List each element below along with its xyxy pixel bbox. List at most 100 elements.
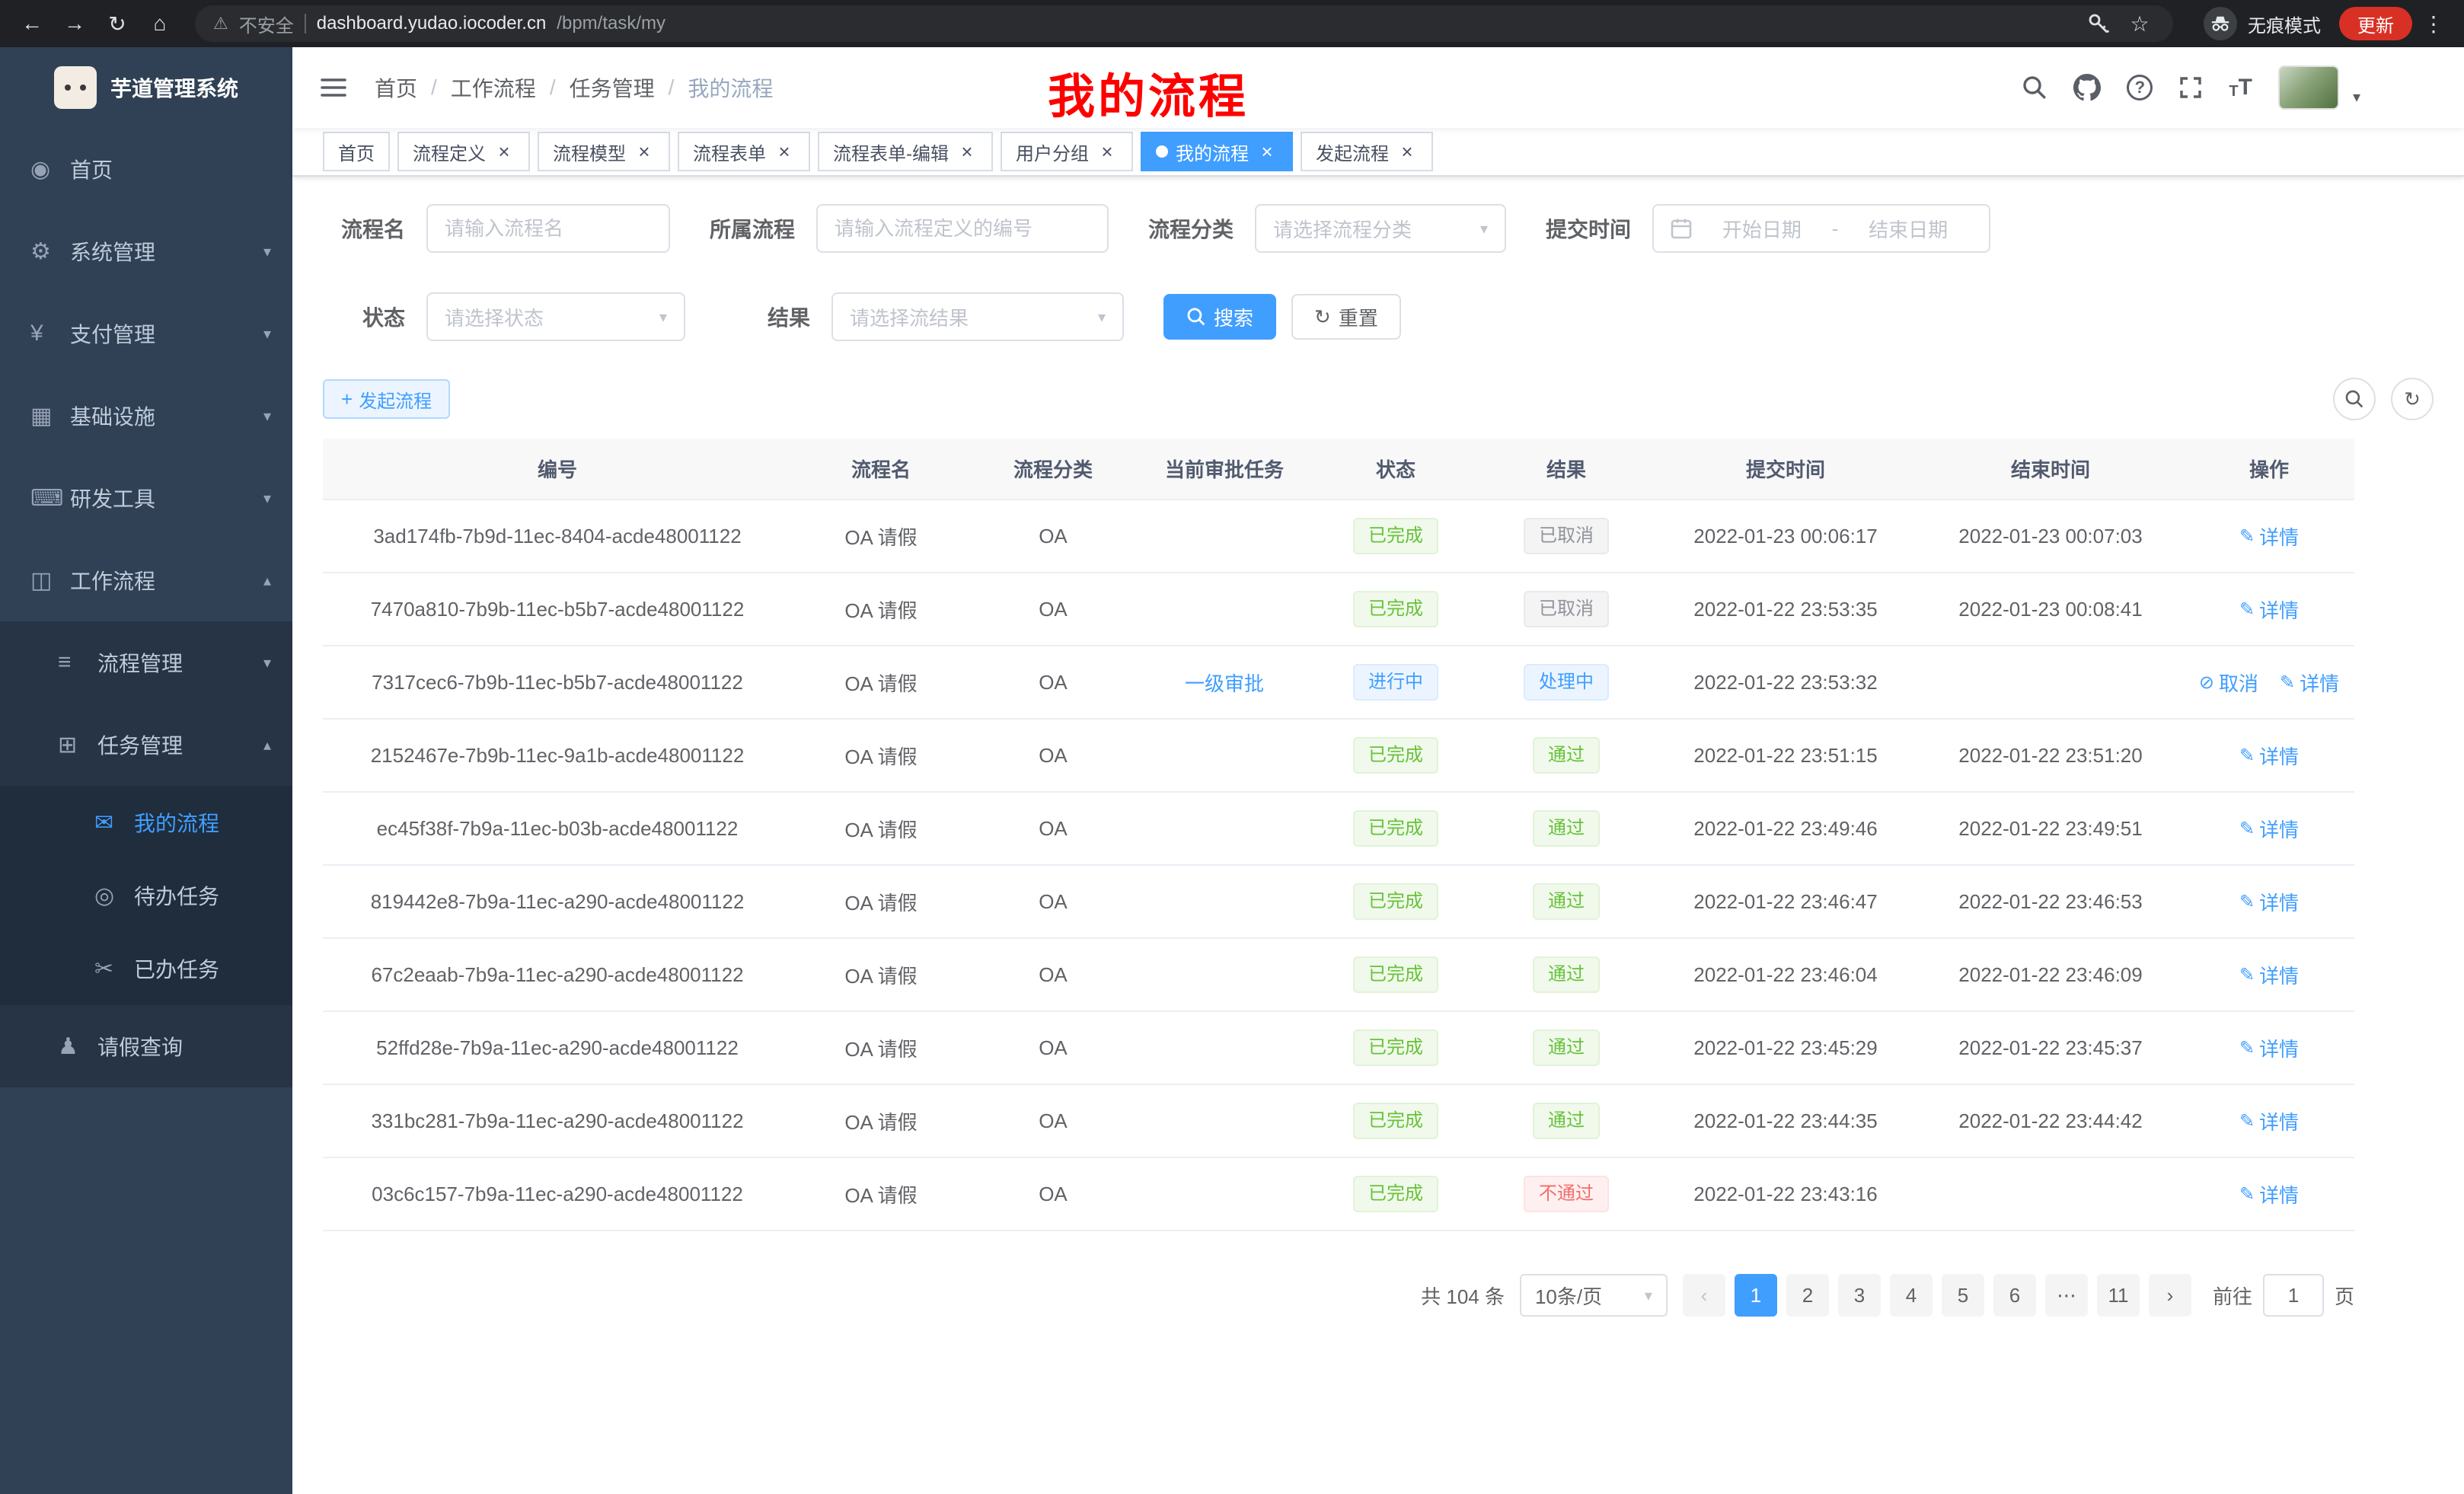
name-input[interactable] bbox=[426, 204, 670, 253]
tab-my-process[interactable]: 我的流程× bbox=[1141, 132, 1293, 171]
sidebar-item-my-process[interactable]: ✉我的流程 bbox=[0, 786, 292, 859]
prev-page-button[interactable]: ‹ bbox=[1683, 1274, 1725, 1317]
hamburger-icon[interactable] bbox=[317, 71, 350, 104]
topbar: 首页/工作流程/任务管理/我的流程 ? TT ▾ bbox=[292, 47, 2464, 128]
topbar-actions: ? TT ▾ bbox=[2022, 65, 2440, 110]
date-range-picker[interactable]: 开始日期 - 结束日期 bbox=[1652, 204, 1990, 253]
browser-back-button[interactable]: ← bbox=[12, 4, 52, 43]
github-icon[interactable] bbox=[2073, 74, 2101, 101]
refresh-table-button[interactable]: ↻ bbox=[2391, 378, 2434, 420]
sidebar-item-payment[interactable]: ¥支付管理▾ bbox=[0, 292, 292, 375]
address-bar[interactable]: ⚠ 不安全 dashboard.yudao.iocoder.cn /bpm/ta… bbox=[195, 5, 2173, 42]
detail-link[interactable]: ✎详情 bbox=[2239, 961, 2299, 989]
search-button[interactable]: 搜索 bbox=[1163, 294, 1276, 340]
detail-link[interactable]: ✎详情 bbox=[2239, 1107, 2299, 1135]
cancel-link[interactable]: ⊘取消 bbox=[2199, 669, 2258, 697]
user-avatar[interactable] bbox=[2278, 65, 2339, 110]
name-input-field[interactable] bbox=[445, 217, 652, 241]
cell-id: 2152467e-7b9b-11ec-9a1b-acde48001122 bbox=[323, 719, 792, 792]
sidebar-item-system[interactable]: ⚙系统管理▾ bbox=[0, 210, 292, 292]
avatar-caret-icon[interactable]: ▾ bbox=[2353, 88, 2360, 107]
page-size-select[interactable]: 10条/页 ▾ bbox=[1520, 1274, 1668, 1317]
result-select[interactable]: 请选择流结果 ▾ bbox=[831, 292, 1124, 341]
detail-link[interactable]: ✎详情 bbox=[2280, 669, 2339, 697]
sidebar-item-todo-task[interactable]: ◎待办任务 bbox=[0, 859, 292, 932]
page-button[interactable]: 2 bbox=[1786, 1274, 1829, 1317]
browser-update-button[interactable]: 更新 bbox=[2339, 7, 2412, 40]
tab-user-group[interactable]: 用户分组× bbox=[1001, 132, 1133, 171]
sidebar-item-workflow[interactable]: ◫工作流程▴ bbox=[0, 539, 292, 621]
goto-page-input[interactable] bbox=[2263, 1274, 2324, 1317]
page-button[interactable]: 1 bbox=[1735, 1274, 1777, 1317]
sidebar-item-leave-query[interactable]: ♟请假查询 bbox=[0, 1005, 292, 1087]
app-logo-row[interactable]: 芋道管理系统 bbox=[0, 47, 292, 128]
search-icon[interactable] bbox=[2022, 75, 2047, 101]
page-button[interactable]: 4 bbox=[1890, 1274, 1933, 1317]
reset-button[interactable]: ↻ 重置 bbox=[1291, 294, 1401, 340]
help-icon[interactable]: ? bbox=[2127, 75, 2153, 101]
toggle-search-button[interactable] bbox=[2333, 378, 2376, 420]
action-label: 详情 bbox=[2259, 595, 2299, 624]
sidebar-item-infrastructure[interactable]: ▦基础设施▾ bbox=[0, 375, 292, 457]
tab-home[interactable]: 首页 bbox=[323, 132, 390, 171]
sidebar-item-label: 工作流程 bbox=[70, 565, 263, 595]
tab-close-icon[interactable]: × bbox=[1396, 141, 1418, 162]
sidebar-item-label: 待办任务 bbox=[134, 880, 271, 911]
page-button[interactable]: 5 bbox=[1942, 1274, 1984, 1317]
tab-close-icon[interactable]: × bbox=[493, 141, 515, 162]
next-page-button[interactable]: › bbox=[2149, 1274, 2191, 1317]
page-button[interactable]: 6 bbox=[1993, 1274, 2036, 1317]
detail-link[interactable]: ✎详情 bbox=[2239, 1180, 2299, 1208]
breadcrumb-item[interactable]: 任务管理 bbox=[570, 72, 655, 103]
detail-link[interactable]: ✎详情 bbox=[2239, 888, 2299, 916]
sidebar-item-task-manage[interactable]: ⊞任务管理▴ bbox=[0, 704, 292, 786]
page-button[interactable]: 11 bbox=[2097, 1274, 2140, 1317]
url-path: /bpm/task/my bbox=[557, 13, 665, 34]
tab-process-form-edit[interactable]: 流程表单-编辑× bbox=[818, 132, 993, 171]
status-select[interactable]: 请选择状态 ▾ bbox=[426, 292, 685, 341]
detail-link[interactable]: ✎详情 bbox=[2239, 595, 2299, 624]
process-input-field[interactable] bbox=[835, 217, 1090, 241]
status-filter-label: 状态 bbox=[323, 302, 426, 332]
current-task-link[interactable]: 一级审批 bbox=[1185, 672, 1264, 695]
tab-process-definition[interactable]: 流程定义× bbox=[397, 132, 530, 171]
category-select[interactable]: 请选择流程分类 ▾ bbox=[1255, 204, 1506, 253]
detail-link[interactable]: ✎详情 bbox=[2239, 1034, 2299, 1062]
bookmark-star-icon[interactable]: ☆ bbox=[2124, 8, 2155, 39]
sidebar-item-label: 首页 bbox=[70, 154, 271, 184]
fullscreen-icon[interactable] bbox=[2178, 75, 2203, 100]
password-key-icon[interactable] bbox=[2083, 8, 2114, 39]
tab-close-icon[interactable]: × bbox=[774, 141, 795, 162]
browser-home-button[interactable]: ⌂ bbox=[140, 4, 180, 43]
browser-menu-icon[interactable]: ⋮ bbox=[2415, 5, 2452, 42]
breadcrumb-item[interactable]: 工作流程 bbox=[451, 72, 536, 103]
sidebar-item-devtools[interactable]: ⌨研发工具▾ bbox=[0, 457, 292, 539]
sidebar-item-process-manage[interactable]: ≡流程管理▾ bbox=[0, 621, 292, 704]
filter-name: 流程名 bbox=[323, 204, 670, 253]
status-tag: 已完成 bbox=[1353, 1176, 1438, 1212]
sidebar-item-done-task[interactable]: ✂已办任务 bbox=[0, 932, 292, 1005]
tab-process-model[interactable]: 流程模型× bbox=[538, 132, 670, 171]
process-input[interactable] bbox=[816, 204, 1109, 253]
tab-process-form[interactable]: 流程表单× bbox=[678, 132, 810, 171]
create-process-button[interactable]: + 发起流程 bbox=[323, 379, 450, 419]
create-process-label: 发起流程 bbox=[359, 386, 432, 413]
detail-link[interactable]: ✎详情 bbox=[2239, 522, 2299, 551]
pager-ellipsis-icon[interactable]: ⋯ bbox=[2045, 1274, 2088, 1317]
tab-close-icon[interactable]: × bbox=[956, 141, 978, 162]
tab-close-icon[interactable]: × bbox=[1096, 141, 1118, 162]
process-table: 编号流程名流程分类当前审批任务状态结果提交时间结束时间操作 3ad174fb-7… bbox=[323, 439, 2354, 1231]
breadcrumb-item[interactable]: 首页 bbox=[375, 72, 417, 103]
cell-process-name: OA 请假 bbox=[792, 646, 970, 719]
tab-close-icon[interactable]: × bbox=[634, 141, 655, 162]
browser-reload-button[interactable]: ↻ bbox=[97, 4, 137, 43]
tab-close-icon[interactable]: × bbox=[1256, 141, 1278, 162]
detail-link[interactable]: ✎详情 bbox=[2239, 815, 2299, 843]
font-size-icon[interactable]: TT bbox=[2229, 75, 2252, 101]
browser-forward-button[interactable]: → bbox=[55, 4, 94, 43]
detail-link[interactable]: ✎详情 bbox=[2239, 742, 2299, 770]
page-button[interactable]: 3 bbox=[1838, 1274, 1881, 1317]
sidebar-item-home[interactable]: ◉首页 bbox=[0, 128, 292, 210]
tab-start-process[interactable]: 发起流程× bbox=[1301, 132, 1433, 171]
page-content: 流程名 所属流程 流程分类 请选择流程分类 bbox=[292, 177, 2464, 1494]
